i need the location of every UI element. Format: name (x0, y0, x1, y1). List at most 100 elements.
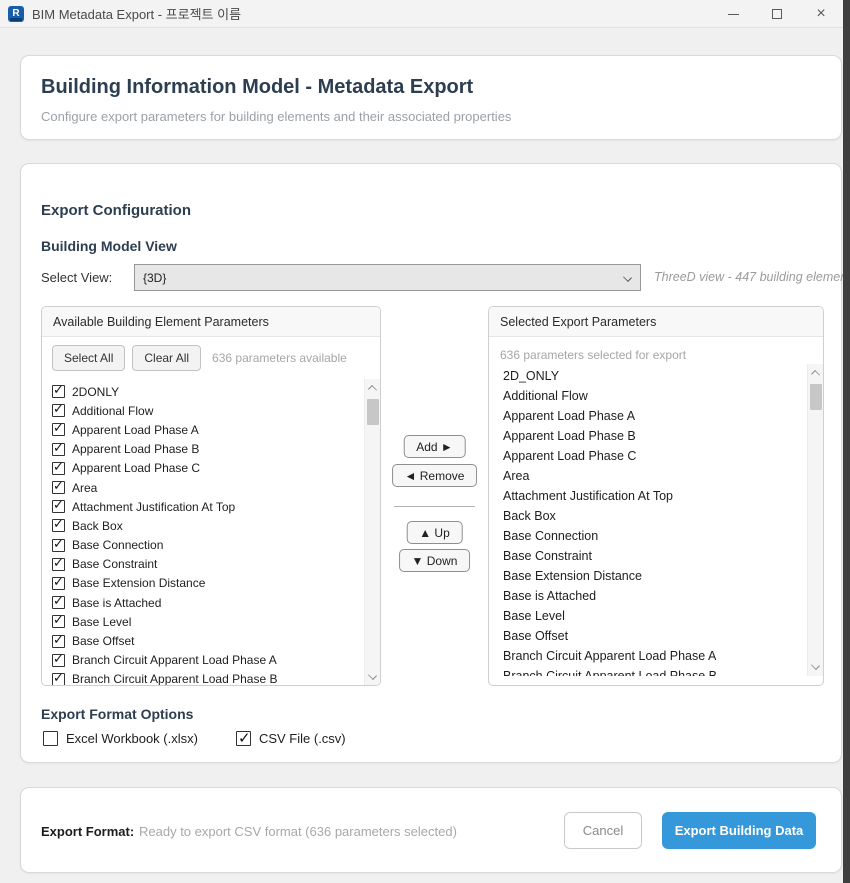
checkbox-icon[interactable] (52, 443, 65, 456)
bim-export-window: R BIM Metadata Export - 프로젝트 이름 × Buildi… (0, 0, 850, 883)
checkbox-icon[interactable] (52, 423, 65, 436)
checkbox-icon[interactable] (52, 577, 65, 590)
revit-app-icon: R (8, 6, 24, 22)
available-parameter-row[interactable]: Apparent Load Phase B (42, 440, 380, 459)
parameter-label: Apparent Load Phase C (72, 461, 200, 475)
checkbox-icon[interactable] (52, 500, 65, 513)
selected-list-scrollbar[interactable] (807, 364, 823, 676)
parameter-label: Back Box (503, 509, 556, 523)
checkbox-icon[interactable] (52, 539, 65, 552)
available-parameter-row[interactable]: Attachment Justification At Top (42, 497, 380, 516)
checkbox-icon[interactable] (52, 635, 65, 648)
available-parameter-row[interactable]: Base Connection (42, 536, 380, 555)
move-up-button[interactable]: ▲ Up (406, 521, 463, 544)
selected-parameter-row[interactable]: Branch Circuit Apparent Load Phase A (489, 646, 823, 666)
parameter-label: Apparent Load Phase B (503, 429, 636, 443)
checkbox-icon[interactable] (52, 462, 65, 475)
format-option[interactable]: CSV File (.csv) (236, 731, 346, 746)
scrollbar-thumb[interactable] (367, 399, 379, 425)
selected-parameter-row[interactable]: Apparent Load Phase B (489, 426, 823, 446)
checkbox-icon[interactable] (52, 596, 65, 609)
parameter-label: Base Extension Distance (72, 576, 205, 590)
available-parameter-row[interactable]: Additional Flow (42, 401, 380, 420)
scrollbar-thumb[interactable] (810, 384, 822, 410)
parameter-label: Apparent Load Phase C (503, 449, 636, 463)
selected-parameter-row[interactable]: Attachment Justification At Top (489, 486, 823, 506)
minimize-button[interactable] (711, 0, 755, 28)
divider (394, 506, 475, 507)
selected-parameter-row[interactable]: Base is Attached (489, 586, 823, 606)
available-parameter-row[interactable]: Apparent Load Phase C (42, 459, 380, 478)
selected-parameter-row[interactable]: Base Offset (489, 626, 823, 646)
checkbox-icon[interactable] (52, 673, 65, 686)
checkbox-icon[interactable] (52, 404, 65, 417)
available-parameter-row[interactable]: Back Box (42, 516, 380, 535)
available-parameter-row[interactable]: Area (42, 478, 380, 497)
checkbox-icon[interactable] (236, 731, 251, 746)
window-title: BIM Metadata Export - 프로젝트 이름 (32, 4, 241, 23)
parameter-label: Base is Attached (72, 596, 161, 610)
parameter-label: Base Constraint (72, 557, 157, 571)
selected-parameter-row[interactable]: Additional Flow (489, 386, 823, 406)
available-parameters-list[interactable]: 2DONLY Additional Flow Apparent Load Pha… (42, 379, 380, 686)
select-all-button[interactable]: Select All (52, 345, 125, 371)
selected-parameter-row[interactable]: Branch Circuit Apparent Load Phase B (489, 666, 823, 676)
checkbox-icon[interactable] (52, 558, 65, 571)
checkbox-icon[interactable] (52, 654, 65, 667)
selected-parameter-row[interactable]: Base Connection (489, 526, 823, 546)
available-parameter-row[interactable]: Apparent Load Phase A (42, 420, 380, 439)
titlebar: R BIM Metadata Export - 프로젝트 이름 × (0, 0, 850, 28)
remove-button[interactable]: ◄ Remove (392, 464, 478, 487)
parameter-label: Back Box (72, 519, 123, 533)
parameter-label: Additional Flow (72, 404, 153, 418)
export-building-data-button[interactable]: Export Building Data (662, 812, 816, 849)
available-parameter-row[interactable]: 2DONLY (42, 382, 380, 401)
selected-parameter-row[interactable]: Apparent Load Phase A (489, 406, 823, 426)
checkbox-icon[interactable] (43, 731, 58, 746)
parameter-label: Base Connection (72, 538, 163, 552)
checkbox-icon[interactable] (52, 385, 65, 398)
view-select-dropdown[interactable]: {3D} (134, 264, 641, 291)
checkbox-icon[interactable] (52, 615, 65, 628)
scroll-down-icon[interactable] (368, 671, 377, 680)
maximize-icon (772, 9, 782, 19)
checkbox-icon[interactable] (52, 481, 65, 494)
available-count-text: 636 parameters available (212, 351, 347, 365)
maximize-button[interactable] (755, 0, 799, 28)
available-parameter-row[interactable]: Branch Circuit Apparent Load Phase A (42, 651, 380, 670)
export-format-options-row: Excel Workbook (.xlsx) CSV File (.csv) (43, 731, 346, 746)
format-option[interactable]: Excel Workbook (.xlsx) (43, 731, 198, 746)
available-parameter-row[interactable]: Base Offset (42, 631, 380, 650)
selected-parameter-row[interactable]: Base Level (489, 606, 823, 626)
available-list-scrollbar[interactable] (364, 379, 380, 686)
selected-parameters-list[interactable]: 2D_ONLY Additional Flow Apparent Load Ph… (489, 364, 823, 676)
close-button[interactable]: × (799, 0, 843, 28)
selected-parameter-row[interactable]: 2D_ONLY (489, 366, 823, 386)
available-parameter-row[interactable]: Base Level (42, 612, 380, 631)
selected-parameter-row[interactable]: Base Constraint (489, 546, 823, 566)
selected-parameter-row[interactable]: Base Extension Distance (489, 566, 823, 586)
export-status-text: Ready to export CSV format (636 paramete… (139, 824, 457, 839)
selected-parameter-row[interactable]: Area (489, 466, 823, 486)
parameter-label: Attachment Justification At Top (72, 500, 235, 514)
footer-card: Export Format: Ready to export CSV forma… (20, 787, 842, 873)
available-parameter-row[interactable]: Base Constraint (42, 555, 380, 574)
parameter-label: Base Constraint (503, 549, 592, 563)
parameter-label: 2DONLY (72, 385, 119, 399)
scroll-up-icon[interactable] (811, 370, 820, 379)
checkbox-icon[interactable] (52, 519, 65, 532)
selected-parameter-row[interactable]: Apparent Load Phase C (489, 446, 823, 466)
add-button[interactable]: Add ► (403, 435, 466, 458)
available-parameter-row[interactable]: Base Extension Distance (42, 574, 380, 593)
move-down-button[interactable]: ▼ Down (399, 549, 471, 572)
parameter-label: Branch Circuit Apparent Load Phase A (72, 653, 277, 667)
cancel-button[interactable]: Cancel (564, 812, 642, 849)
scroll-up-icon[interactable] (368, 385, 377, 394)
clear-all-button[interactable]: Clear All (132, 345, 201, 371)
available-parameter-row[interactable]: Base is Attached (42, 593, 380, 612)
parameter-label: Base Offset (503, 629, 568, 643)
scroll-down-icon[interactable] (811, 661, 820, 670)
selected-parameter-row[interactable]: Back Box (489, 506, 823, 526)
parameter-label: Apparent Load Phase B (72, 442, 199, 456)
available-parameter-row[interactable]: Branch Circuit Apparent Load Phase B (42, 670, 380, 686)
